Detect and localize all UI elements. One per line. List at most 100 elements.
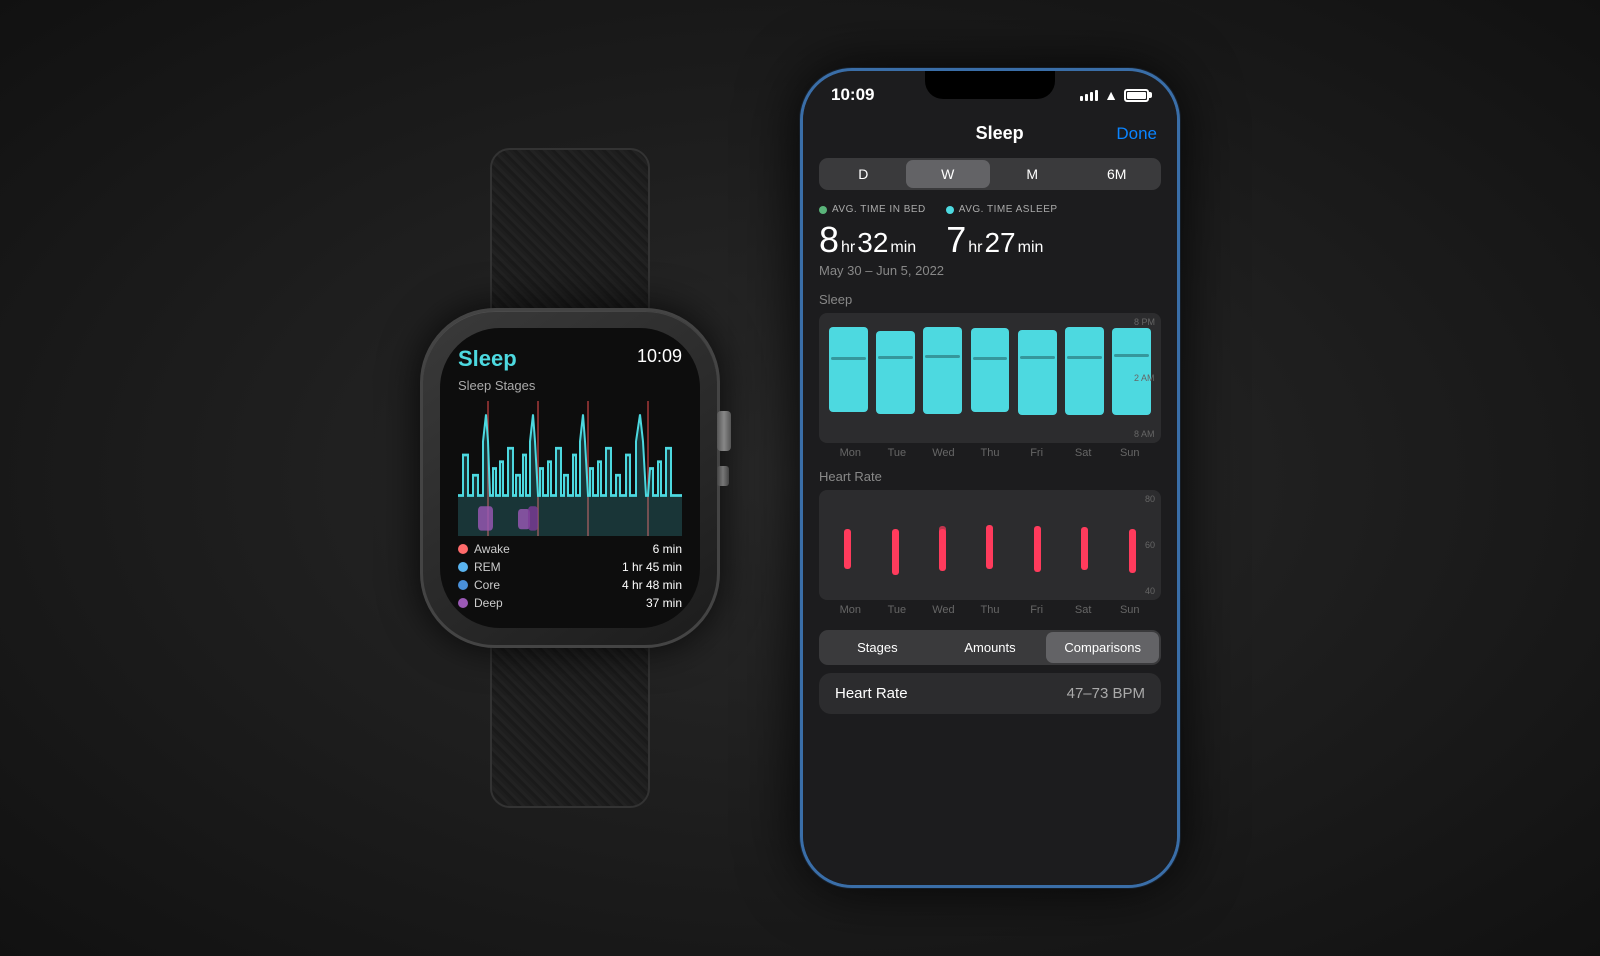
phone-notch — [925, 71, 1055, 99]
hr-bar-tue — [874, 498, 915, 600]
phone-silent-switch — [800, 221, 802, 256]
stats-values: 8 hr 32 min 7 hr 27 min — [819, 219, 1161, 261]
date-range: May 30 – Jun 5, 2022 — [819, 263, 1161, 278]
heart-y-labels: 80 60 40 — [1145, 490, 1155, 600]
segment-m[interactable]: M — [990, 160, 1075, 188]
seg-comparisons[interactable]: Comparisons — [1046, 632, 1159, 663]
sleep-bar-fri-segment — [1018, 330, 1057, 415]
hr-seg-wed-2 — [939, 526, 946, 544]
bed-mins: 32 — [857, 227, 888, 259]
bed-hr-unit: hr — [841, 239, 855, 257]
phone-volume-up — [800, 271, 802, 331]
legend-core: Core 4 hr 48 min — [458, 578, 682, 592]
sleep-waveform — [458, 401, 682, 536]
core-dot — [458, 580, 468, 590]
segment-6m[interactable]: 6M — [1075, 160, 1160, 188]
sleep-hours: 7 — [946, 219, 966, 261]
wifi-icon: ▲ — [1104, 87, 1118, 103]
phone-screen: 10:09 ▲ — [803, 71, 1177, 885]
watch-body: Sleep 10:09 Sleep Stages — [420, 308, 720, 648]
sleep-bar-thu — [968, 321, 1011, 443]
heart-rate-row: Heart Rate 47–73 BPM — [819, 673, 1161, 714]
battery-icon — [1124, 89, 1149, 102]
hr-day-sat: Sat — [1060, 604, 1107, 616]
awake-label: Awake — [474, 542, 510, 556]
stats-legends: AVG. TIME IN BED AVG. TIME ASLEEP — [819, 204, 1161, 215]
sleep-chart-section: Sleep — [803, 288, 1177, 467]
sleep-bar-tue-segment — [876, 331, 915, 414]
hr-y-80: 80 — [1145, 494, 1155, 504]
hr-bar-mon — [827, 498, 868, 600]
status-bar: 10:09 ▲ — [803, 71, 1177, 111]
done-button[interactable]: Done — [1116, 124, 1157, 144]
hr-seg-fri-2 — [1034, 528, 1041, 544]
legend-deep: Deep 37 min — [458, 596, 682, 610]
core-label: Core — [474, 578, 500, 592]
deep-dot — [458, 598, 468, 608]
day-sun: Sun — [1106, 447, 1153, 459]
sleep-dot — [946, 206, 954, 214]
watch-subtitle: Sleep Stages — [458, 378, 682, 393]
sleep-hr-unit: hr — [968, 239, 982, 257]
core-value: 4 hr 48 min — [622, 578, 682, 592]
signal-bar-4 — [1095, 90, 1098, 101]
hr-y-60: 60 — [1145, 540, 1155, 550]
segment-w[interactable]: W — [906, 160, 991, 188]
y-label-2am: 2 AM — [1134, 373, 1155, 383]
status-icons: ▲ — [1080, 87, 1149, 103]
phone-body: 10:09 ▲ — [800, 68, 1180, 888]
watch-side-button — [717, 466, 729, 486]
awake-dot — [458, 544, 468, 554]
sleep-legend: AVG. TIME ASLEEP — [946, 204, 1058, 215]
seg-stages[interactable]: Stages — [821, 632, 934, 663]
sleep-legend-label: AVG. TIME ASLEEP — [959, 204, 1058, 215]
deep-value: 37 min — [646, 596, 682, 610]
battery-fill — [1127, 92, 1146, 99]
sleep-bar-thu-segment — [971, 328, 1010, 412]
main-scene: Sleep 10:09 Sleep Stages — [0, 0, 1600, 956]
time-segment-control[interactable]: D W M 6M — [819, 158, 1161, 190]
sleep-chart-area: 8 PM 2 AM 8 AM — [819, 313, 1161, 443]
bed-time-value: 8 hr 32 min — [819, 219, 916, 261]
sleep-bar-sat — [1063, 321, 1106, 443]
sleep-bar-wed — [921, 321, 964, 443]
bed-dot — [819, 206, 827, 214]
watch-screen: Sleep 10:09 Sleep Stages — [440, 328, 700, 628]
bottom-segment-control[interactable]: Stages Amounts Comparisons — [819, 630, 1161, 665]
hr-seg-mon — [844, 529, 851, 570]
hr-seg-sun — [1129, 529, 1136, 574]
sleep-chart-container: 8 PM 2 AM 8 AM Mon Tue Wed Thu Fri Sat — [819, 313, 1161, 459]
rem-dot — [458, 562, 468, 572]
watch-legend: Awake 6 min REM 1 hr 45 min — [458, 542, 682, 610]
watch-app-title: Sleep — [458, 346, 517, 372]
rem-value: 1 hr 45 min — [622, 560, 682, 574]
heart-chart-label: Heart Rate — [819, 469, 1161, 484]
signal-bar-1 — [1080, 96, 1083, 101]
sleep-mins: 27 — [984, 227, 1015, 259]
hr-bar-fri — [1017, 498, 1058, 600]
hr-y-40: 40 — [1145, 586, 1155, 596]
legend-rem: REM 1 hr 45 min — [458, 560, 682, 574]
watch-time: 10:09 — [637, 346, 682, 367]
heart-rate-row-value: 47–73 BPM — [1067, 685, 1145, 702]
status-time: 10:09 — [831, 85, 874, 105]
segment-d[interactable]: D — [821, 160, 906, 188]
sleep-time-value: 7 hr 27 min — [946, 219, 1043, 261]
sleep-bar-mon-segment — [829, 327, 868, 412]
app-title: Sleep — [883, 123, 1116, 144]
hr-day-tue: Tue — [874, 604, 921, 616]
apple-watch: Sleep 10:09 Sleep Stages — [420, 308, 720, 648]
y-label-8am: 8 AM — [1134, 429, 1155, 439]
sleep-days-row: Mon Tue Wed Thu Fri Sat Sun — [819, 443, 1161, 459]
sleep-bar-fri — [1016, 321, 1059, 443]
hr-day-mon: Mon — [827, 604, 874, 616]
stats-area: AVG. TIME IN BED AVG. TIME ASLEEP 8 hr 3… — [803, 196, 1177, 288]
day-fri: Fri — [1013, 447, 1060, 459]
hr-seg-thu-2 — [986, 527, 993, 543]
seg-amounts[interactable]: Amounts — [934, 632, 1047, 663]
sleep-bar-wed-segment — [923, 327, 962, 414]
hr-bar-wed — [922, 498, 963, 600]
hr-day-thu: Thu — [967, 604, 1014, 616]
sleep-bar-tue — [874, 321, 917, 443]
app-header: Sleep Done — [803, 111, 1177, 152]
